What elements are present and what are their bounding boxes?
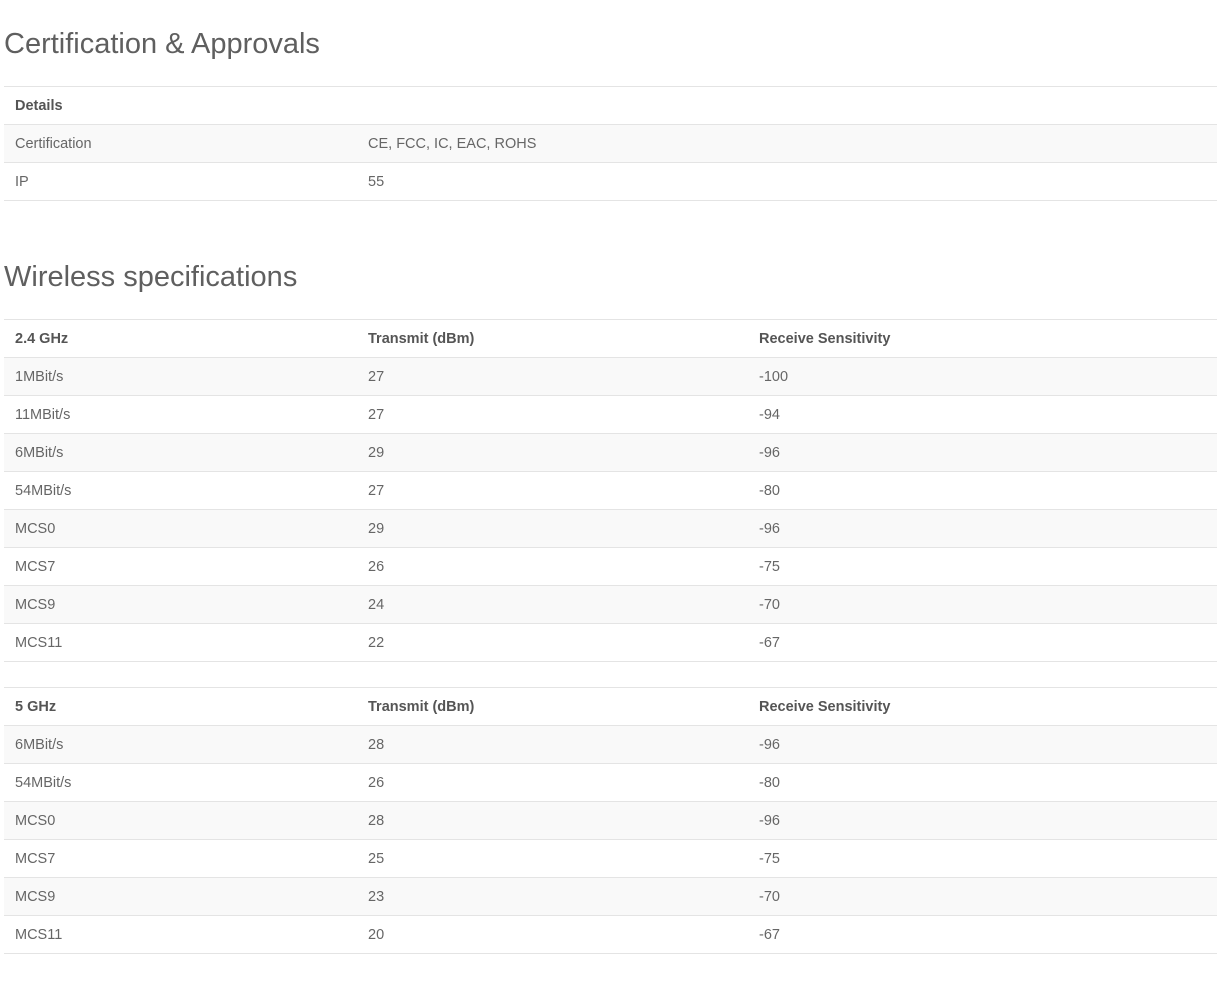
transmit-cell: 27 bbox=[357, 357, 748, 396]
table-row: IP 55 bbox=[4, 162, 1218, 201]
table-row: MCS0 28 -96 bbox=[4, 801, 1217, 840]
sensitivity-cell: -80 bbox=[748, 471, 1217, 510]
rate-cell: 6MBit/s bbox=[4, 725, 357, 764]
table-row: MCS11 22 -67 bbox=[4, 623, 1217, 662]
rate-cell: 11MBit/s bbox=[4, 395, 357, 434]
sensitivity-cell: -75 bbox=[748, 547, 1217, 586]
sensitivity-cell: -70 bbox=[748, 877, 1217, 916]
wireless-5ghz-body: 6MBit/s 28 -96 54MBit/s 26 -80 MCS0 28 -96 MCS7 25… bbox=[4, 725, 1217, 954]
sensitivity-cell: -75 bbox=[748, 839, 1217, 878]
transmit-cell: 26 bbox=[357, 547, 748, 586]
table-row: MCS9 23 -70 bbox=[4, 877, 1217, 916]
certification-body: Certification CE, FCC, IC, EAC, ROHS IP … bbox=[4, 124, 1218, 201]
table-row: MCS0 29 -96 bbox=[4, 509, 1217, 548]
transmit-cell: 24 bbox=[357, 585, 748, 624]
transmit-cell: 25 bbox=[357, 839, 748, 878]
table-row: MCS9 24 -70 bbox=[4, 585, 1217, 624]
transmit-cell: 27 bbox=[357, 471, 748, 510]
page-content: Certification & Approvals Details Certif… bbox=[4, 0, 1218, 954]
transmit-cell: 23 bbox=[357, 877, 748, 916]
table-row: MCS7 25 -75 bbox=[4, 839, 1217, 878]
rate-cell: 1MBit/s bbox=[4, 357, 357, 396]
transmit-cell: 27 bbox=[357, 395, 748, 434]
band-header: 2.4 GHz bbox=[4, 319, 357, 358]
table-row: 6MBit/s 29 -96 bbox=[4, 433, 1217, 472]
wireless-title: Wireless specifications bbox=[4, 261, 298, 293]
cert-label: IP bbox=[4, 162, 357, 201]
table-row: 6MBit/s 28 -96 bbox=[4, 725, 1217, 764]
rate-cell: MCS11 bbox=[4, 915, 357, 954]
details-header: Details bbox=[4, 86, 1218, 125]
transmit-cell: 29 bbox=[357, 433, 748, 472]
table-row: 1MBit/s 27 -100 bbox=[4, 357, 1217, 396]
transmit-cell: 20 bbox=[357, 915, 748, 954]
sensitivity-cell: -80 bbox=[748, 763, 1217, 802]
rate-cell: MCS7 bbox=[4, 839, 357, 878]
cert-label: Certification bbox=[4, 124, 357, 163]
band-header: 5 GHz bbox=[4, 687, 357, 726]
certification-header-row: Details bbox=[4, 86, 1218, 125]
table-row: Certification CE, FCC, IC, EAC, ROHS bbox=[4, 124, 1218, 163]
sensitivity-cell: -100 bbox=[748, 357, 1217, 396]
rate-cell: 54MBit/s bbox=[4, 471, 357, 510]
cert-value: CE, FCC, IC, EAC, ROHS bbox=[357, 124, 1218, 163]
rate-cell: 6MBit/s bbox=[4, 433, 357, 472]
wireless-24ghz-table: 2.4 GHz Transmit (dBm) Receive Sensitivi… bbox=[4, 319, 1217, 662]
table-header-row: 5 GHz Transmit (dBm) Receive Sensitivity bbox=[4, 687, 1217, 726]
wireless-5ghz-table: 5 GHz Transmit (dBm) Receive Sensitivity… bbox=[4, 687, 1217, 954]
cert-value: 55 bbox=[357, 162, 1218, 201]
rate-cell: MCS7 bbox=[4, 547, 357, 586]
sensitivity-cell: -96 bbox=[748, 725, 1217, 764]
rate-cell: MCS9 bbox=[4, 877, 357, 916]
wireless-24ghz-body: 1MBit/s 27 -100 11MBit/s 27 -94 6MBit/s 29 -96 54… bbox=[4, 357, 1217, 662]
rate-cell: 54MBit/s bbox=[4, 763, 357, 802]
sensitivity-cell: -96 bbox=[748, 509, 1217, 548]
sensitivity-cell: -67 bbox=[748, 623, 1217, 662]
rate-cell: MCS0 bbox=[4, 509, 357, 548]
transmit-cell: 22 bbox=[357, 623, 748, 662]
table-header-row: 2.4 GHz Transmit (dBm) Receive Sensitivi… bbox=[4, 319, 1217, 358]
table-row: 11MBit/s 27 -94 bbox=[4, 395, 1217, 434]
table-row: MCS7 26 -75 bbox=[4, 547, 1217, 586]
transmit-cell: 28 bbox=[357, 725, 748, 764]
table-row: 54MBit/s 26 -80 bbox=[4, 763, 1217, 802]
transmit-header: Transmit (dBm) bbox=[357, 687, 748, 726]
rate-cell: MCS9 bbox=[4, 585, 357, 624]
table-row: 54MBit/s 27 -80 bbox=[4, 471, 1217, 510]
sensitivity-cell: -67 bbox=[748, 915, 1217, 954]
sensitivity-cell: -94 bbox=[748, 395, 1217, 434]
certification-table: Details Certification CE, FCC, IC, EAC, … bbox=[4, 86, 1218, 201]
sensitivity-cell: -96 bbox=[748, 433, 1217, 472]
rate-cell: MCS11 bbox=[4, 623, 357, 662]
sensitivity-cell: -70 bbox=[748, 585, 1217, 624]
table-row: MCS11 20 -67 bbox=[4, 915, 1217, 954]
rate-cell: MCS0 bbox=[4, 801, 357, 840]
sensitivity-header: Receive Sensitivity bbox=[748, 319, 1217, 358]
transmit-cell: 29 bbox=[357, 509, 748, 548]
certification-title: Certification & Approvals bbox=[4, 28, 320, 60]
sensitivity-cell: -96 bbox=[748, 801, 1217, 840]
transmit-cell: 26 bbox=[357, 763, 748, 802]
transmit-header: Transmit (dBm) bbox=[357, 319, 748, 358]
transmit-cell: 28 bbox=[357, 801, 748, 840]
sensitivity-header: Receive Sensitivity bbox=[748, 687, 1217, 726]
